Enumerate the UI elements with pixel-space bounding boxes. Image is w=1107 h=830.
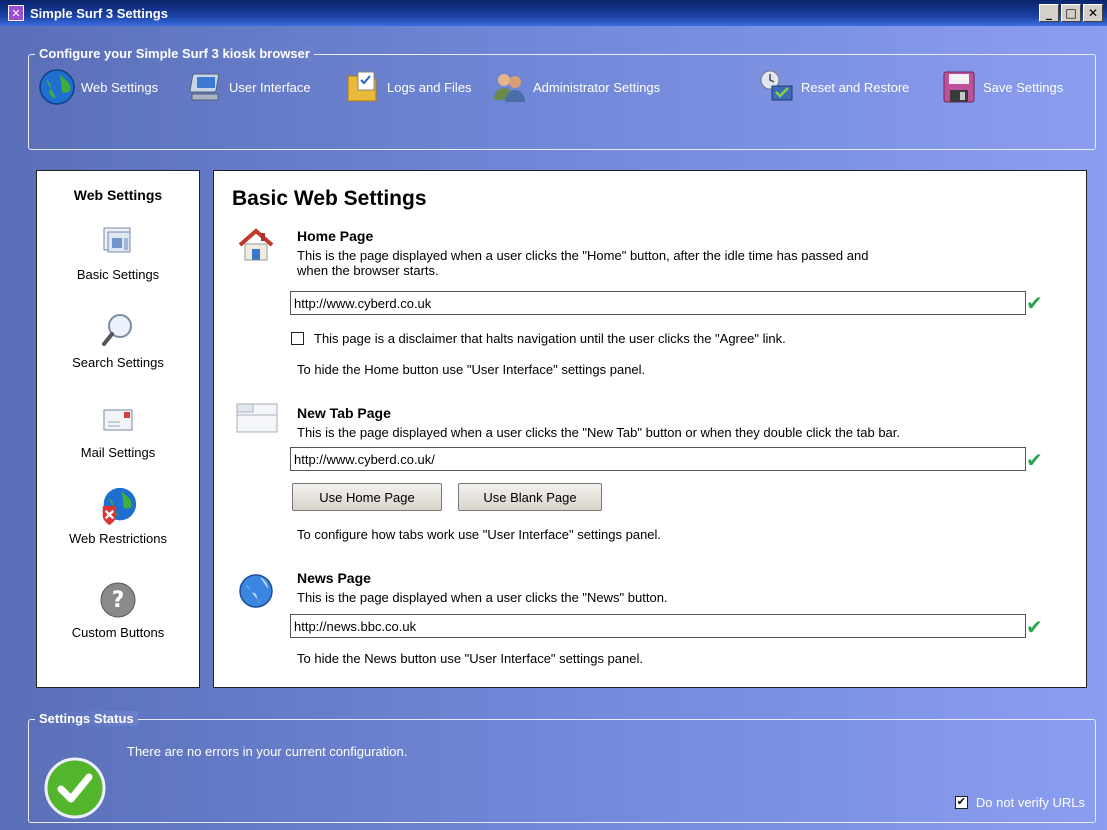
close-button[interactable]: ✕	[1083, 4, 1103, 22]
no-verify-urls-label: Do not verify URLs	[975, 795, 1085, 810]
news-url-valid-icon: ✔	[1026, 617, 1043, 639]
sidebar-item-label: Custom Buttons	[71, 625, 165, 640]
new-tab-desc: This is the page displayed when a user c…	[297, 425, 901, 440]
question-icon: ?	[97, 579, 139, 621]
home-page-desc-1: This is the page displayed when a user c…	[297, 248, 869, 263]
window-controls: _ □ ✕	[1039, 4, 1103, 22]
app-icon: ✕	[8, 5, 24, 21]
toolbar-label: User Interface	[229, 79, 311, 95]
use-blank-page-button[interactable]: Use Blank Page	[458, 483, 602, 511]
toolbar-label: Save Settings	[983, 79, 1064, 95]
envelope-icon	[97, 399, 139, 441]
new-tab-title: New Tab Page	[297, 405, 391, 421]
news-hint: To hide the News button use "User Interf…	[297, 651, 643, 666]
windows-icon	[97, 221, 139, 263]
sidebar-item-custom-buttons[interactable]: ? Custom Buttons	[37, 579, 199, 640]
floppy-icon	[939, 67, 979, 107]
disclaimer-checkbox[interactable]	[291, 332, 304, 345]
computer-icon	[185, 67, 225, 107]
settings-status-label: Settings Status	[35, 711, 138, 726]
home-url-valid-icon: ✔	[1026, 293, 1043, 315]
no-verify-urls-option[interactable]: ✔ Do not verify URLs	[954, 795, 1085, 810]
minimize-button[interactable]: _	[1039, 4, 1059, 22]
sidebar: Web Settings Basic Settings Search Setti…	[36, 170, 200, 688]
content-panel: Basic Web Settings Home Page This is the…	[213, 170, 1087, 688]
svg-text:?: ?	[112, 588, 125, 613]
restore-icon	[757, 67, 797, 107]
success-check-icon	[43, 756, 107, 820]
sidebar-item-web-restrictions[interactable]: Web Restrictions	[37, 485, 199, 546]
new-tab-url-valid-icon: ✔	[1026, 450, 1043, 472]
new-tab-hint: To configure how tabs work use "User Int…	[297, 527, 662, 542]
house-icon	[236, 225, 276, 265]
no-verify-urls-checkbox[interactable]: ✔	[954, 796, 968, 809]
toolbar-label: Reset and Restore	[801, 79, 910, 95]
news-page-desc: This is the page displayed when a user c…	[297, 590, 668, 605]
toolbar-label: Logs and Files	[387, 79, 472, 95]
status-message: There are no errors in your current conf…	[127, 744, 408, 759]
sidebar-item-label: Basic Settings	[76, 267, 160, 282]
sidebar-item-search-settings[interactable]: Search Settings	[37, 309, 199, 370]
configure-group-label: Configure your Simple Surf 3 kiosk brows…	[35, 46, 314, 61]
new-tab-url-input[interactable]	[290, 447, 1026, 471]
title-bar: ✕ Simple Surf 3 Settings _ □ ✕	[0, 0, 1107, 26]
toolbar-logs-and-files[interactable]: Logs and Files	[343, 67, 472, 107]
sidebar-item-label: Mail Settings	[80, 445, 156, 460]
home-hint: To hide the Home button use "User Interf…	[297, 362, 646, 377]
configure-group: Configure your Simple Surf 3 kiosk brows…	[28, 46, 1096, 150]
magnifier-icon	[97, 309, 139, 351]
sidebar-item-mail-settings[interactable]: Mail Settings	[37, 399, 199, 460]
toolbar-reset-and-restore[interactable]: Reset and Restore	[757, 67, 909, 107]
sidebar-item-basic-settings[interactable]: Basic Settings	[37, 221, 199, 282]
use-home-page-button[interactable]: Use Home Page	[292, 483, 442, 511]
home-page-desc-2: when the browser starts.	[297, 263, 439, 278]
sidebar-item-label: Search Settings	[72, 355, 164, 370]
home-page-title: Home Page	[297, 228, 374, 244]
toolbar-save-settings[interactable]: Save Settings	[939, 67, 1063, 107]
restricted-globe-icon	[97, 485, 139, 527]
home-page-url-input[interactable]	[290, 291, 1026, 315]
disclaimer-label: This page is a disclaimer that halts nav…	[314, 331, 786, 346]
sidebar-item-label: Web Restrictions	[68, 531, 167, 546]
window-title: Simple Surf 3 Settings	[30, 5, 168, 21]
users-icon	[489, 67, 529, 107]
maximize-button[interactable]: □	[1061, 4, 1081, 22]
folder-icon	[343, 67, 383, 107]
new-tab-icon	[236, 403, 278, 443]
news-page-url-input[interactable]	[290, 614, 1026, 638]
settings-status-group: Settings Status There are no errors in y…	[28, 711, 1096, 823]
toolbar-label: Administrator Settings	[533, 79, 661, 95]
page-title: Basic Web Settings	[232, 187, 427, 210]
toolbar-label: Web Settings	[81, 79, 159, 95]
globe-icon	[37, 67, 77, 107]
news-page-title: News Page	[297, 570, 371, 586]
news-globe-icon	[236, 571, 276, 611]
toolbar-user-interface[interactable]: User Interface	[185, 67, 311, 107]
toolbar-administrator-settings[interactable]: Administrator Settings	[489, 67, 660, 107]
toolbar-web-settings[interactable]: Web Settings	[37, 67, 158, 107]
sidebar-title: Web Settings	[73, 187, 163, 203]
